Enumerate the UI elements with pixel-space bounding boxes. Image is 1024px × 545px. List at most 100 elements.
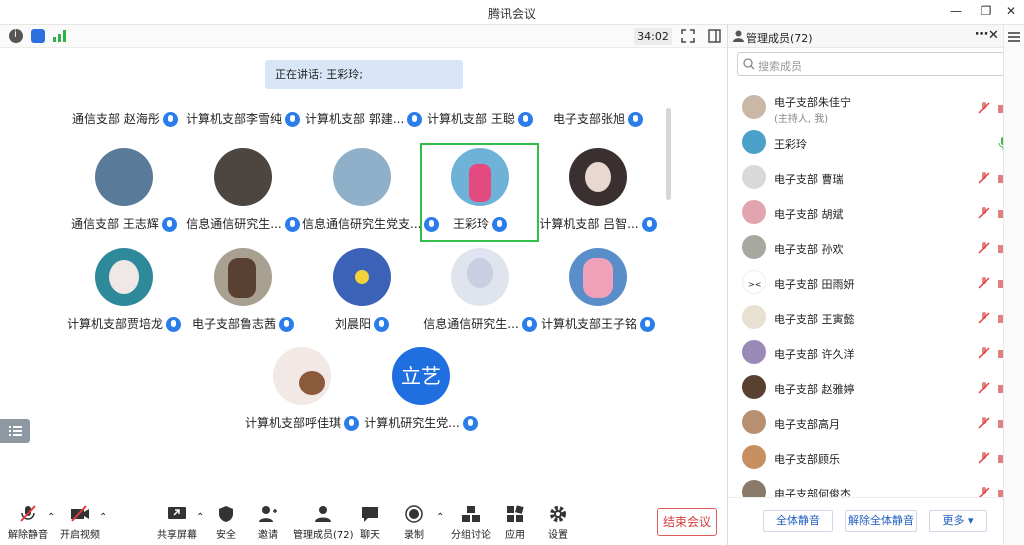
signal-icon[interactable] xyxy=(53,30,67,42)
avatar xyxy=(742,375,766,399)
mic-muted-icon[interactable] xyxy=(978,417,990,429)
minimize-icon[interactable]: — xyxy=(948,4,964,18)
member-role: (主持人, 我) xyxy=(774,114,829,125)
mute-all-button[interactable]: 全体静音 xyxy=(763,510,833,532)
info-icon[interactable]: i xyxy=(9,29,23,43)
members-panel: 管理成员(72) ⋯ ✕ 搜索成员 电子支部朱佳宁 (主持人, 我) 王彩玲 电… xyxy=(728,25,1024,545)
record-button[interactable]: 录制 xyxy=(404,505,424,541)
member-name: 电子支部 赵雅婷 xyxy=(774,383,855,396)
breakout-rooms-button[interactable]: 分组讨论 xyxy=(451,505,491,541)
avatar xyxy=(333,248,391,306)
mic-muted-icon[interactable] xyxy=(978,207,990,219)
shield-icon[interactable] xyxy=(31,29,45,43)
participant-tile[interactable]: 刘晨阳 xyxy=(302,248,422,348)
mic-icon xyxy=(166,317,181,332)
mic-muted-icon[interactable] xyxy=(978,242,990,254)
more-options-icon[interactable]: ⋯ xyxy=(975,27,988,42)
mic-muted-icon[interactable] xyxy=(978,312,990,324)
start-video-button[interactable]: 开启视频 xyxy=(60,505,100,541)
close-panel-icon[interactable]: ✕ xyxy=(988,28,999,43)
manage-members-button[interactable]: 管理成员(72) xyxy=(293,505,354,541)
participant-tile[interactable]: 信息通信研究生... xyxy=(420,248,540,348)
unmute-all-button[interactable]: 解除全体静音 xyxy=(845,510,917,532)
mic-icon xyxy=(161,217,177,232)
participant-tile[interactable]: 计算机支部贾培龙 xyxy=(64,248,184,348)
mic-muted-icon xyxy=(18,505,38,523)
member-row[interactable]: 电子支部 赵雅婷 xyxy=(728,370,1024,405)
participant-tile[interactable]: 电子支部鲁志茜 xyxy=(183,248,303,348)
layout-icon[interactable] xyxy=(708,29,721,46)
participant-tile[interactable]: 信息通信研究生... xyxy=(183,148,303,248)
mic-muted-icon[interactable] xyxy=(978,452,990,464)
avatar xyxy=(742,130,766,154)
avatar xyxy=(451,248,509,306)
participant-tile[interactable]: 计算机支部 吕智... xyxy=(538,148,658,248)
camera-off-icon xyxy=(70,505,90,523)
participant-tile[interactable]: 王彩玲 xyxy=(420,148,540,248)
member-row[interactable]: 电子支部 王寅懿 xyxy=(728,300,1024,335)
members-panel-footer: 全体静音 解除全体静音 更多 ▾ xyxy=(728,497,1024,545)
unmute-button[interactable]: 解除静音 xyxy=(8,505,48,541)
chat-button[interactable]: 聊天 xyxy=(360,505,380,541)
apps-button[interactable]: 应用 xyxy=(505,505,525,541)
mic-muted-icon[interactable] xyxy=(978,102,990,114)
member-row[interactable]: 电子支部朱佳宁 (主持人, 我) xyxy=(728,90,1024,125)
close-icon[interactable]: ✕ xyxy=(1003,4,1019,18)
participant-name: 计算机支部王子铭 xyxy=(538,315,658,332)
participant-tile[interactable]: 通信支部 王志辉 xyxy=(64,148,184,248)
member-row[interactable]: 电子支部顾乐 xyxy=(728,440,1024,475)
mic-muted-icon[interactable] xyxy=(978,277,990,289)
record-options-chevron-icon[interactable]: ⌃ xyxy=(436,512,444,523)
participant-tile[interactable]: 信息通信研究生党支... xyxy=(302,148,440,248)
avatar xyxy=(742,95,766,119)
end-meeting-button[interactable]: 结束会议 xyxy=(657,508,717,536)
more-button[interactable]: 更多 ▾ xyxy=(929,510,987,532)
mic-icon xyxy=(284,217,300,232)
title-bar: 腾讯会议 — ❐ ✕ xyxy=(0,0,1024,25)
mic-muted-icon[interactable] xyxy=(978,347,990,359)
member-row[interactable]: 王彩玲 xyxy=(728,125,1024,160)
avatar xyxy=(742,165,766,189)
member-search-input[interactable]: 搜索成员 xyxy=(737,52,1014,76)
member-row[interactable]: 电子支部 胡斌 xyxy=(728,195,1024,230)
avatar xyxy=(214,148,272,206)
mic-muted-icon[interactable] xyxy=(978,487,990,497)
participant-name: 通信支部 王志辉 xyxy=(64,215,184,232)
restore-icon[interactable]: ❐ xyxy=(978,4,994,18)
fullscreen-icon[interactable] xyxy=(681,29,695,46)
member-name: 电子支部何俊杰 xyxy=(774,488,851,497)
invite-button[interactable]: 邀请 xyxy=(258,505,278,541)
participant-name: 信息通信研究生党支... xyxy=(302,215,440,232)
member-row[interactable]: >< 电子支部 田雨妍 xyxy=(728,265,1024,300)
control-bar: 解除静音 ⌃ 开启视频 ⌃ 共享屏幕 ⌃ 安全 邀请 管理成员(72) 聊天 录… xyxy=(0,496,727,545)
member-row[interactable]: 电子支部何俊杰 xyxy=(728,475,1024,497)
member-name: 电子支部朱佳宁 xyxy=(774,96,851,109)
gallery-scrollbar[interactable] xyxy=(666,108,671,200)
member-row[interactable]: 电子支部 许久洋 xyxy=(728,335,1024,370)
participant-tile[interactable]: 计算机支部呼佳琪 xyxy=(242,347,362,447)
share-screen-button[interactable]: 共享屏幕 xyxy=(157,505,197,541)
gear-icon xyxy=(548,505,568,523)
share-options-chevron-icon[interactable]: ⌃ xyxy=(196,512,204,523)
mic-muted-icon[interactable] xyxy=(978,172,990,184)
chat-icon xyxy=(360,505,380,523)
list-toggle-icon[interactable] xyxy=(0,419,30,443)
members-panel-title: 管理成员(72) xyxy=(746,32,813,45)
mute-options-chevron-icon[interactable]: ⌃ xyxy=(47,512,55,523)
video-options-chevron-icon[interactable]: ⌃ xyxy=(99,512,107,523)
avatar xyxy=(742,235,766,259)
avatar xyxy=(742,340,766,364)
security-button[interactable]: 安全 xyxy=(216,505,236,541)
avatar xyxy=(742,445,766,469)
member-name: 电子支部 许久洋 xyxy=(774,348,855,361)
settings-button[interactable]: 设置 xyxy=(548,505,568,541)
participant-tile[interactable]: 立艺 计算机研究生党... xyxy=(361,347,481,447)
menu-icon[interactable] xyxy=(1008,31,1020,45)
participant-tile[interactable]: 计算机支部王子铭 xyxy=(538,248,658,348)
search-placeholder: 搜索成员 xyxy=(758,60,802,73)
member-row[interactable]: 电子支部高月 xyxy=(728,405,1024,440)
avatar xyxy=(451,148,509,206)
mic-muted-icon[interactable] xyxy=(978,382,990,394)
member-row[interactable]: 电子支部 孙欢 xyxy=(728,230,1024,265)
member-row[interactable]: 电子支部 曹瑞 xyxy=(728,160,1024,195)
